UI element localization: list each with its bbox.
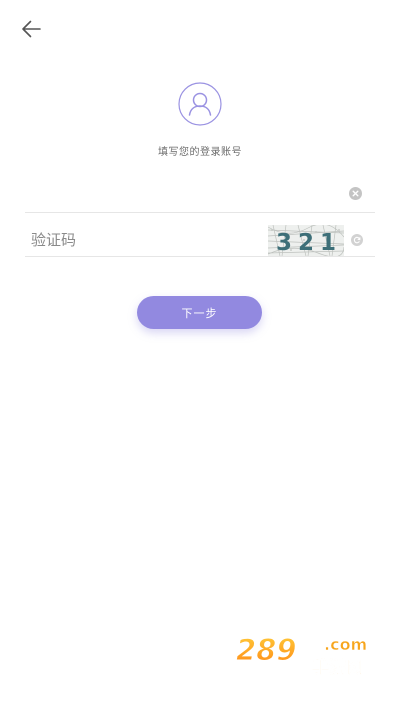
captcha-text: 3 2 1: [276, 230, 335, 256]
back-button[interactable]: [14, 12, 48, 46]
account-field-row: [25, 176, 375, 214]
watermark-suffix: .com: [324, 635, 367, 654]
user-icon: [178, 82, 222, 126]
watermark-caption: 手游网: [312, 657, 363, 678]
prompt-text: 填写您的登录账号: [158, 147, 242, 158]
refresh-icon[interactable]: [351, 234, 363, 246]
avatar: [178, 82, 222, 126]
account-input[interactable]: [28, 176, 342, 214]
arrow-left-icon: [22, 20, 41, 38]
watermark-domain: 289: [236, 633, 297, 667]
captcha-image[interactable]: 3 2 1: [268, 225, 344, 256]
captcha-field-row: 3 2 1: [25, 222, 375, 258]
clear-circle-icon[interactable]: [349, 187, 362, 200]
watermark-logo: 289 .com 手游网: [236, 633, 368, 679]
next-button[interactable]: 下一步: [137, 296, 262, 329]
captcha-input[interactable]: [29, 222, 263, 258]
